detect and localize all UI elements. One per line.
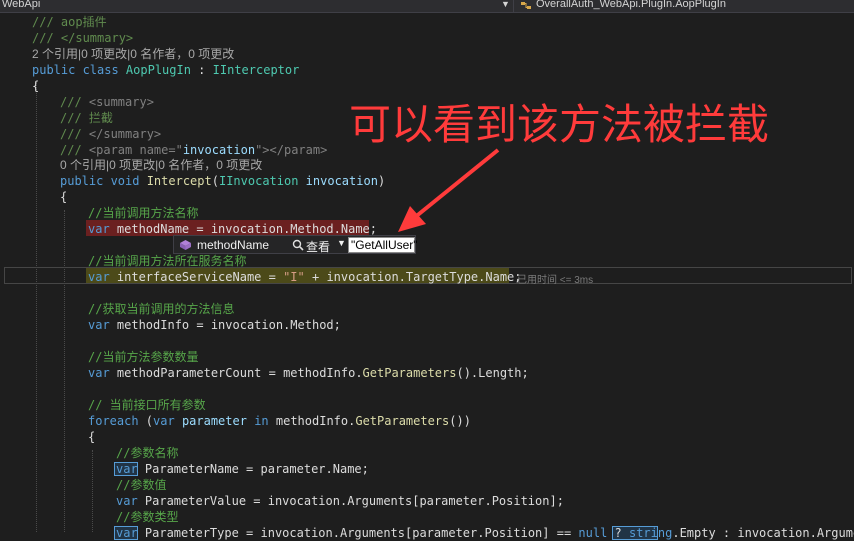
indent-guide: [36, 82, 37, 532]
code-line-current: var interfaceServiceName = "I" + invocat…: [88, 270, 522, 284]
code-line: //当前调用方法名称: [88, 206, 199, 220]
code-line: /// <summary>: [60, 95, 154, 109]
magnifier-icon[interactable]: [292, 239, 304, 251]
code-line: /// 拦截: [60, 111, 113, 125]
code-line: public void Intercept(IInvocation invoca…: [60, 174, 386, 188]
code-line: {: [88, 430, 96, 444]
divider: [513, 0, 514, 12]
code-line: /// <param name="invocation"></param>: [60, 143, 328, 157]
datatip-view-button[interactable]: 查看: [306, 238, 330, 255]
code-line: //获取当前调用的方法信息: [88, 302, 235, 316]
code-line: // 当前接口所有参数: [88, 398, 206, 412]
code-line: public class AopPlugIn : IInterceptor: [32, 63, 300, 77]
code-line: /// </summary>: [32, 31, 134, 45]
code-line: /// aop插件: [32, 15, 107, 29]
indent-guide: [64, 210, 65, 532]
code-line: var ParameterName = parameter.Name;: [116, 462, 369, 476]
code-line: foreach (var parameter in methodInfo.Get…: [88, 414, 471, 428]
code-line: //当前调用方法所在服务名称: [88, 254, 247, 268]
editor-navigation-bar: WebApi ▼ OverallAuth_WebApi.PlugIn.AopPl…: [0, 0, 854, 13]
datatip-variable-name: methodName: [197, 238, 270, 252]
codelens-references[interactable]: 0 个引用|0 项更改|0 名作者，0 项更改: [60, 157, 262, 173]
class-icon: [521, 2, 531, 9]
code-line: {: [32, 79, 40, 93]
code-line: //参数类型: [116, 510, 179, 524]
code-line: /// </summary>: [60, 127, 162, 141]
code-line: var methodInfo = invocation.Method;: [88, 318, 341, 332]
elapsed-time-hint: 已用时间 <= 3ms: [517, 275, 594, 286]
code-line: //参数名称: [116, 446, 179, 460]
annotation-arrow: [398, 148, 500, 232]
type-dropdown[interactable]: OverallAuth_WebApi.PlugIn.AopPlugIn: [536, 0, 726, 10]
indent-guide: [92, 450, 93, 532]
code-line: {: [60, 190, 68, 204]
codelens-references[interactable]: 2 个引用|0 项更改|0 名作者，0 项更改: [32, 46, 234, 62]
chevron-down-icon[interactable]: ▼: [337, 238, 346, 248]
code-line: //参数值: [116, 478, 167, 492]
code-line: var ParameterType = invocation.Arguments…: [116, 526, 854, 540]
chevron-down-icon[interactable]: ▼: [501, 0, 510, 9]
project-dropdown[interactable]: WebApi: [2, 0, 40, 10]
code-line: var methodParameterCount = methodInfo.Ge…: [88, 366, 529, 380]
code-line: //当前方法参数数量: [88, 350, 199, 364]
code-line: var ParameterValue = invocation.Argument…: [116, 494, 564, 508]
variable-icon: [180, 240, 191, 250]
